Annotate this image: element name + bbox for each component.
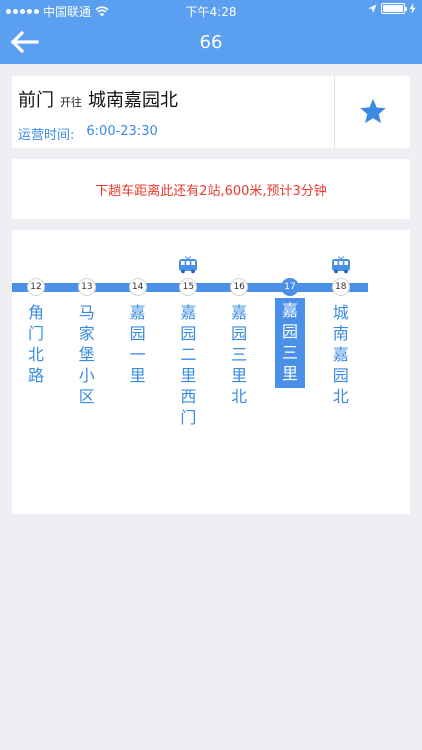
- bus-icon: [331, 256, 350, 274]
- route-via: 开往: [60, 96, 82, 109]
- status-bar: 中国联通 下午4:28: [0, 0, 422, 22]
- stop-number: 13: [77, 278, 96, 296]
- location-icon: [368, 4, 377, 13]
- route-from: 前门: [18, 90, 54, 111]
- stop-name: 马家堡小区: [78, 303, 95, 406]
- favorite-button[interactable]: [335, 76, 410, 148]
- bus-stop[interactable]: 15 嘉园二里西门: [170, 278, 206, 428]
- route-direction: 前门 开往 城南嘉园北: [18, 86, 178, 112]
- stop-name: 城南嘉园北: [332, 303, 349, 406]
- stop-name: 嘉园三里: [275, 298, 305, 388]
- nav-bar: 66: [0, 22, 422, 64]
- battery-fill: [383, 5, 403, 12]
- arrival-message: 下趟车距离此还有2站,600米,预计3分钟: [95, 183, 327, 199]
- bus-stop[interactable]: 17 嘉园三里: [272, 278, 308, 388]
- operating-hours: 运营时间: 6:00-23:30: [18, 124, 158, 143]
- bus-stop[interactable]: 18 城南嘉园北: [323, 278, 359, 407]
- stops-card: 12 角门北路 13 马家堡小区 14 嘉园一里 15 嘉园二里西门 16 嘉园三里北 17 嘉园三里…: [12, 230, 410, 514]
- stop-number: 17: [281, 278, 299, 296]
- bus-stop[interactable]: 16 嘉园三里北: [221, 278, 257, 407]
- page-title: 66: [199, 32, 223, 53]
- route-to: 城南嘉园北: [88, 90, 178, 111]
- star-icon: [359, 98, 386, 124]
- bus-stop[interactable]: 14 嘉园一里: [120, 278, 156, 386]
- hours-label: 运营时间:: [18, 128, 75, 143]
- stop-name: 角门北路: [27, 303, 44, 385]
- stop-number: 14: [128, 278, 147, 296]
- route-info-card: 前门 开往 城南嘉园北 运营时间: 6:00-23:30: [12, 76, 410, 148]
- stop-name: 嘉园一里: [129, 303, 146, 385]
- hours-value: 6:00-23:30: [86, 124, 158, 139]
- arrival-card: 下趟车距离此还有2站,600米,预计3分钟: [12, 159, 410, 219]
- status-time: 下午4:28: [185, 5, 237, 19]
- header: 中国联通 下午4:28 66: [0, 0, 422, 64]
- charging-icon: [409, 3, 416, 14]
- stop-number: 12: [27, 278, 45, 296]
- stop-number: 15: [179, 278, 198, 296]
- stop-number: 16: [230, 278, 249, 296]
- bus-stop[interactable]: 13 马家堡小区: [69, 278, 105, 407]
- bus-stop[interactable]: 12 角门北路: [18, 278, 54, 386]
- bus-icon: [179, 256, 198, 274]
- stop-name: 嘉园二里西门: [180, 303, 197, 427]
- stop-name: 嘉园三里北: [231, 303, 248, 406]
- battery-icon: [381, 3, 407, 14]
- status-right: [368, 3, 416, 14]
- stop-number: 18: [331, 278, 350, 296]
